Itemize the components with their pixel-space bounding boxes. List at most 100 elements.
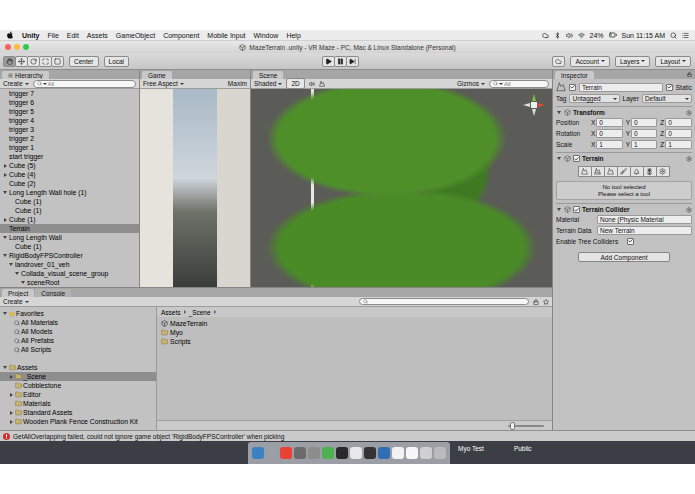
hierarchy-item[interactable]: Cube (2) (0, 179, 139, 188)
hierarchy-item[interactable]: trigger 5 (0, 107, 139, 116)
dock-app-icon[interactable] (406, 447, 418, 459)
tab[interactable]: Scene (253, 71, 283, 79)
asset-folder[interactable]: Materials (0, 399, 156, 408)
file-item[interactable]: Scripts (161, 337, 548, 346)
desktop-item-label[interactable]: Public (514, 445, 532, 452)
hierarchy-item[interactable]: Cube (5) (0, 161, 139, 170)
terrain-tool-button[interactable] (604, 166, 618, 177)
gear-icon[interactable] (686, 156, 692, 162)
battery-icon[interactable] (609, 31, 617, 39)
terrain-tool-button[interactable] (591, 166, 605, 177)
favorite-icon[interactable] (543, 299, 549, 305)
close-button[interactable] (5, 44, 11, 50)
favorite-item[interactable]: All Prefabs (0, 336, 156, 345)
cloud-icon[interactable] (542, 32, 549, 39)
file-item[interactable]: Myo (161, 328, 548, 337)
menu-item[interactable]: Assets (87, 32, 108, 39)
tab[interactable]: Game (142, 71, 172, 79)
zoom-button[interactable] (23, 44, 29, 50)
menu-item[interactable]: Component (163, 32, 199, 39)
terrain-tool-button[interactable] (643, 166, 657, 177)
minimize-button[interactable] (14, 44, 20, 50)
dock-app-icon[interactable] (378, 447, 390, 459)
2d-toggle[interactable]: 2D (286, 78, 304, 89)
lock-icon[interactable] (687, 72, 692, 77)
pivot-button[interactable]: Center (69, 56, 99, 67)
slider-thumb[interactable] (510, 422, 515, 430)
terrain-tool-button[interactable] (656, 166, 670, 177)
dock-app-icon[interactable] (294, 447, 306, 459)
number-field[interactable]: 1 (596, 140, 622, 149)
create-dropdown[interactable]: Create (3, 298, 29, 305)
hierarchy-item[interactable]: trigger 3 (0, 125, 139, 134)
cloud-button[interactable] (552, 56, 565, 67)
dock-app-icon[interactable] (336, 447, 348, 459)
wifi-icon[interactable] (578, 32, 585, 39)
dock-app-icon[interactable] (392, 447, 404, 459)
asset-folder[interactable]: Editor (0, 390, 156, 399)
playback-button[interactable] (346, 56, 359, 67)
object-name-field[interactable]: Terrain (579, 83, 663, 92)
dock-app-icon[interactable] (280, 447, 292, 459)
tab[interactable]: Console (35, 289, 71, 297)
menu-item[interactable]: Window (254, 32, 279, 39)
hierarchy-item[interactable]: Cube (1) (0, 215, 139, 224)
number-field[interactable]: 1 (665, 140, 692, 149)
dock-app-icon[interactable] (364, 447, 376, 459)
tab[interactable]: Hierarchy (2, 71, 49, 79)
menu-item[interactable]: Edit (67, 32, 79, 39)
dock-app-icon[interactable] (266, 447, 278, 459)
component-header[interactable]: Transform (556, 106, 692, 116)
component-header[interactable]: Terrain Collider (556, 203, 692, 213)
asset-folder[interactable]: Wooden Plank Fence Construction Kit (0, 417, 156, 426)
menu-item[interactable]: Help (286, 32, 300, 39)
add-component-button[interactable]: Add Component (578, 252, 670, 262)
orientation-gizmo-icon[interactable] (522, 93, 546, 117)
search-field[interactable]: All (489, 80, 549, 88)
tab[interactable]: Inspector (555, 71, 594, 79)
search-field[interactable] (359, 298, 529, 305)
file-item[interactable]: MazeTerrain (161, 319, 548, 328)
audio-icon[interactable] (309, 81, 315, 87)
component-header[interactable]: Terrain (556, 152, 692, 162)
hierarchy-item[interactable]: Cube (1) (0, 206, 139, 215)
dock-app-icon[interactable] (350, 447, 362, 459)
favorite-item[interactable]: All Scripts (0, 345, 156, 354)
dock-app-icon[interactable] (322, 447, 334, 459)
desktop-item-label[interactable]: Myo Test (458, 445, 484, 452)
gizmos-dropdown[interactable]: Gizmos (457, 80, 485, 87)
object-field[interactable]: New Terrain (597, 226, 692, 235)
checkbox[interactable] (569, 84, 576, 91)
maximize-toggle[interactable]: Maxim (228, 80, 247, 87)
tag-dropdown[interactable]: Untagged (569, 94, 619, 103)
terrain-tool-button[interactable] (630, 166, 644, 177)
number-field[interactable]: 1 (631, 140, 657, 149)
dock-app-icon[interactable] (434, 447, 446, 459)
checkbox[interactable] (573, 206, 580, 213)
dock-app-icon[interactable] (252, 447, 264, 459)
number-field[interactable]: 0 (596, 118, 622, 127)
space-button[interactable]: Local (104, 56, 130, 67)
hierarchy-item[interactable]: Long Length Wall hole (1) (0, 188, 139, 197)
object-field[interactable]: None (Physic Material (597, 215, 692, 224)
gear-icon[interactable] (686, 110, 692, 116)
hierarchy-item[interactable]: trigger 1 (0, 143, 139, 152)
create-dropdown[interactable]: Create (3, 80, 29, 87)
bluetooth-icon[interactable] (554, 32, 561, 39)
menu-item[interactable]: Unity (22, 32, 40, 39)
hierarchy-item[interactable]: Cube (4) (0, 170, 139, 179)
dock-app-icon[interactable] (420, 447, 432, 459)
checkbox[interactable] (573, 155, 580, 162)
number-field[interactable]: 0 (665, 118, 692, 127)
number-field[interactable]: 0 (596, 129, 622, 138)
favorites-header[interactable]: Favorites (0, 309, 156, 318)
aspect-dropdown[interactable]: Free Aspect (143, 80, 184, 87)
menu-item[interactable]: File (48, 32, 59, 39)
hierarchy-item[interactable]: start trigger (0, 152, 139, 161)
search-field[interactable]: All (33, 80, 136, 88)
breadcrumb-item[interactable]: Assets (161, 309, 181, 316)
asset-folder[interactable]: Cobblestone (0, 381, 156, 390)
hierarchy-item[interactable]: Terrain (0, 224, 139, 233)
assets-header[interactable]: Assets (0, 363, 156, 372)
hierarchy-item[interactable]: trigger 6 (0, 98, 139, 107)
